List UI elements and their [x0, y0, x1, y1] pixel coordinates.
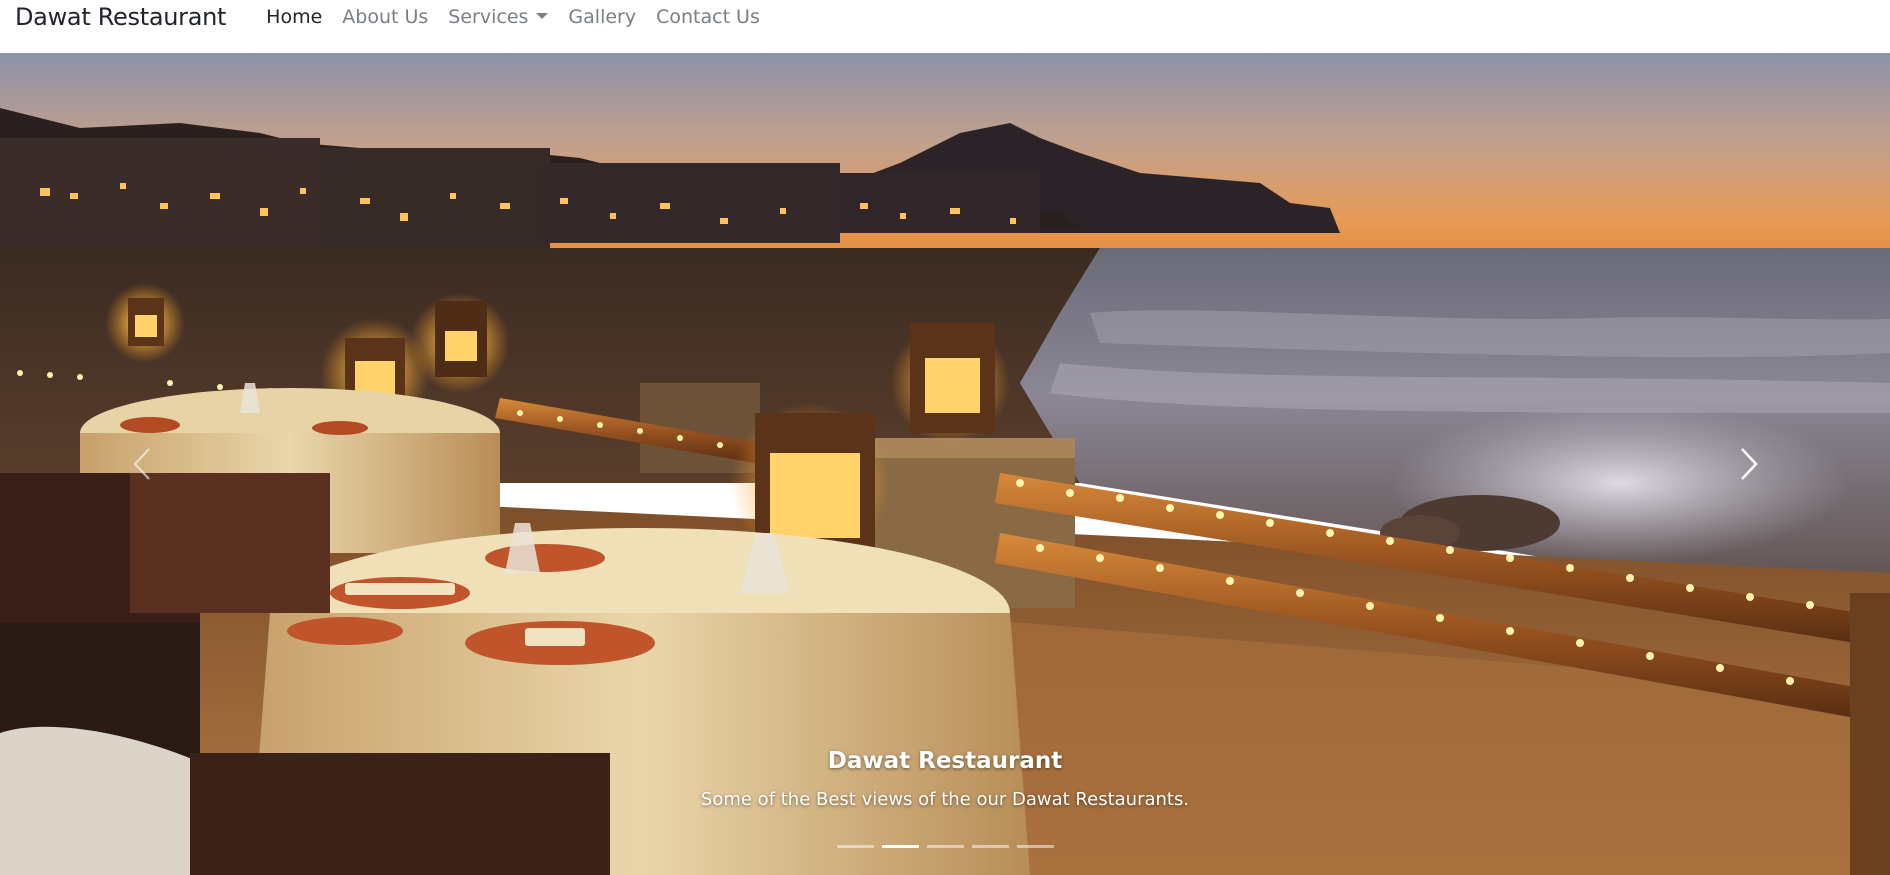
nav-item-contact-us: Contact Us — [646, 0, 770, 34]
nav-dropdown-services[interactable]: Services — [438, 0, 558, 34]
nav-item-about-us: About Us — [332, 0, 438, 34]
caption-text: Some of the Best views of the our Dawat … — [700, 789, 1190, 810]
nav-menu: Home About Us Services Gallery Contact U… — [256, 0, 770, 34]
caret-down-icon — [536, 13, 549, 19]
nav-link-gallery[interactable]: Gallery — [558, 0, 646, 34]
carousel-caption: Dawat Restaurant Some of the Best views … — [0, 743, 1890, 815]
carousel-indicator[interactable] — [836, 845, 874, 848]
carousel-indicators — [0, 845, 1890, 848]
nav-link-home[interactable]: Home — [256, 0, 332, 34]
brand-logo[interactable]: Dawat Restaurant — [15, 0, 226, 34]
nav-item-services: Services — [438, 0, 558, 34]
carousel-indicator[interactable] — [881, 845, 919, 848]
carousel-indicator[interactable] — [926, 845, 964, 848]
nav-services-label: Services — [448, 6, 529, 28]
nav-item-home: Home — [256, 0, 332, 34]
chevron-left-icon — [132, 448, 150, 480]
carousel-indicator[interactable] — [1016, 845, 1054, 848]
nav-link-contact-us[interactable]: Contact Us — [646, 0, 770, 34]
carousel-indicator[interactable] — [971, 845, 1009, 848]
chevron-right-icon — [1740, 448, 1758, 480]
nav-link-about-us[interactable]: About Us — [332, 0, 438, 34]
hero-carousel: Dawat Restaurant Some of the Best views … — [0, 53, 1890, 875]
caption-title: Dawat Restaurant — [827, 748, 1063, 774]
navbar: Dawat Restaurant Home About Us Services … — [0, 0, 1890, 53]
nav-item-gallery: Gallery — [558, 0, 646, 34]
